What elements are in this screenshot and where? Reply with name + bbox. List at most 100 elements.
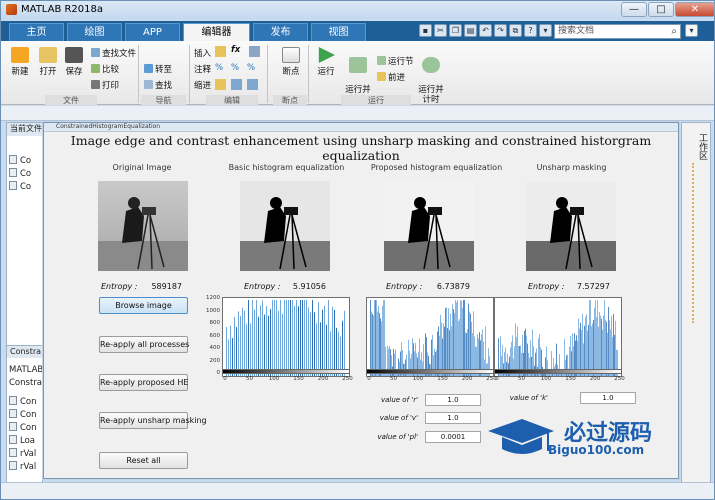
file-item[interactable]: Co [9,155,42,166]
save-button[interactable]: 保存 [61,47,87,77]
find-icon [144,80,153,89]
print-button[interactable]: 打印 [91,79,119,91]
new-button[interactable]: 新建 [7,47,33,77]
reapply-proposed-he-button[interactable]: Re-apply proposed HE [99,374,188,391]
file-item[interactable]: Co [9,168,42,179]
paste-icon[interactable]: ▤ [464,24,477,37]
file-item[interactable]: Co [9,181,42,192]
minimize-button[interactable]: — [621,2,647,17]
cut-icon[interactable]: ✂ [434,24,447,37]
histogram-bar [318,302,319,376]
breakpoints-button[interactable]: 断点 [277,47,305,77]
tab-view[interactable]: 视图 [311,23,366,41]
histogram-bar [605,319,606,376]
intensity-colorbar [494,369,622,374]
x-tick-label: 250 [614,376,625,382]
undo-icon[interactable]: ↶ [479,24,492,37]
histogram-bar [256,300,257,376]
indent-button[interactable]: 缩进 [194,79,211,91]
increase-indent-icon[interactable] [231,79,242,90]
run-time-button[interactable]: 运行并 计时 [416,47,446,105]
fx-icon[interactable]: fx [231,45,240,55]
details-header: Constra [7,345,42,358]
param-input-v[interactable]: 1.0 [425,412,481,424]
tab-publish[interactable]: 发布 [253,23,308,41]
histogram-bar [300,300,301,376]
run-section-button[interactable]: 运行节 [377,55,414,67]
param-input-k[interactable]: 1.0 [580,392,636,404]
insert-section-icon[interactable] [215,46,226,57]
param-input-pl[interactable]: 0.0001 [425,431,481,443]
comment-percent-icon[interactable]: % [215,63,223,73]
advance-label: 前进 [388,73,406,83]
histogram-bar [596,317,597,376]
insert-button[interactable]: 插入 [194,47,211,59]
search-docs-input[interactable]: 搜索文档 ⌕ [554,24,681,39]
find-files-button[interactable]: 查找文件 [91,47,136,59]
file-name: Co [20,169,32,179]
variable-item[interactable]: rVal [9,461,42,472]
histogram-bar [382,306,383,376]
decrease-indent-icon[interactable] [247,79,258,90]
histogram-bar [586,314,587,376]
advance-button[interactable]: 前进 [377,71,405,83]
copy-icon[interactable]: ❐ [449,24,462,37]
reapply-all-button[interactable]: Re-apply all processes [99,336,189,353]
ribbon-divider [267,45,268,103]
insert-function-icon[interactable] [249,46,260,57]
compare-button[interactable]: 比较 [91,63,119,75]
comment-button[interactable]: 注释 [194,63,211,75]
variable-item[interactable]: rVal [9,448,42,459]
help-icon[interactable]: ? [524,24,537,37]
histogram-bar [611,316,612,376]
variable-item[interactable]: Con [9,422,42,433]
histogram-bar [324,305,325,376]
histogram-bar [580,322,581,376]
address-bar[interactable] [1,106,714,121]
variable-item[interactable]: Con [9,396,42,407]
histogram-bar [615,320,616,376]
histogram-bar [276,300,277,376]
run-button[interactable]: 运行 [313,47,339,77]
window-title: MATLAB R2018a [21,4,104,15]
histogram-bar [375,300,376,376]
new-icon [11,47,29,63]
close-button[interactable]: ✕ [675,2,715,17]
save-quick-icon[interactable]: ▪ [419,24,432,37]
param-input-r[interactable]: 1.0 [425,394,481,406]
variable-item[interactable]: Loa [9,435,42,446]
file-icon [9,155,17,164]
variable-icon [9,409,17,418]
tab-apps[interactable]: APP [125,23,180,41]
reset-all-button[interactable]: Reset all [99,452,188,469]
workspace-scroll-indicator [692,163,698,323]
histogram-bar [310,312,311,376]
histogram-bar [378,305,379,376]
panel-caption: Original Image [112,163,172,172]
help-dropdown-icon[interactable]: ▾ [685,24,698,37]
quick-access-dropdown-icon[interactable]: ▾ [539,24,552,37]
search-icon[interactable]: ⌕ [671,25,677,38]
variable-icon [9,461,17,470]
goto-button[interactable]: 转至 [144,63,172,75]
switch-window-icon[interactable]: ⧉ [509,24,522,37]
maximize-button[interactable]: □ [648,2,674,17]
variable-item[interactable]: Con [9,409,42,420]
tab-home[interactable]: 主页 [9,23,64,41]
open-button[interactable]: 打开 [35,47,61,77]
histogram-bar [302,300,303,376]
find-files-label: 查找文件 [102,49,137,59]
variable-name: Con [20,410,37,420]
wrap-comment-icon[interactable]: % [231,63,239,73]
folder-open-icon [39,47,57,63]
tab-editor[interactable]: 编辑器 [183,23,250,42]
reapply-unsharp-button[interactable]: Re-apply unsharp masking [99,412,207,429]
find-files-icon [91,48,100,57]
tab-plots[interactable]: 绘图 [67,23,122,41]
smart-indent-icon[interactable] [215,79,226,90]
histogram-bar [380,318,381,376]
find-button[interactable]: 查找 [144,79,172,91]
browse-image-button[interactable]: Browse image [99,297,188,314]
uncomment-icon[interactable]: % [247,63,255,73]
redo-icon[interactable]: ↷ [494,24,507,37]
